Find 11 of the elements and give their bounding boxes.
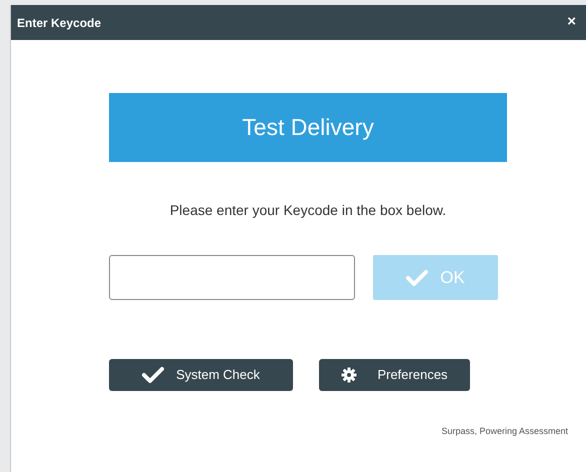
keycode-field[interactable] bbox=[109, 255, 355, 300]
instruction-text: Please enter your Keycode in the box below. bbox=[168, 201, 448, 220]
settings-icon bbox=[341, 367, 358, 383]
window-title: Enter Keycode bbox=[17, 14, 102, 32]
footer-text: Surpass, Powering Assessment bbox=[441, 425, 568, 438]
check-icon bbox=[142, 366, 164, 384]
system-check-button[interactable]: System Check bbox=[109, 359, 293, 391]
close-button[interactable]: × bbox=[563, 11, 580, 34]
preferences-button[interactable]: Preferences bbox=[319, 359, 470, 391]
check-icon bbox=[406, 268, 428, 286]
banner-title: Test Delivery bbox=[242, 113, 374, 142]
